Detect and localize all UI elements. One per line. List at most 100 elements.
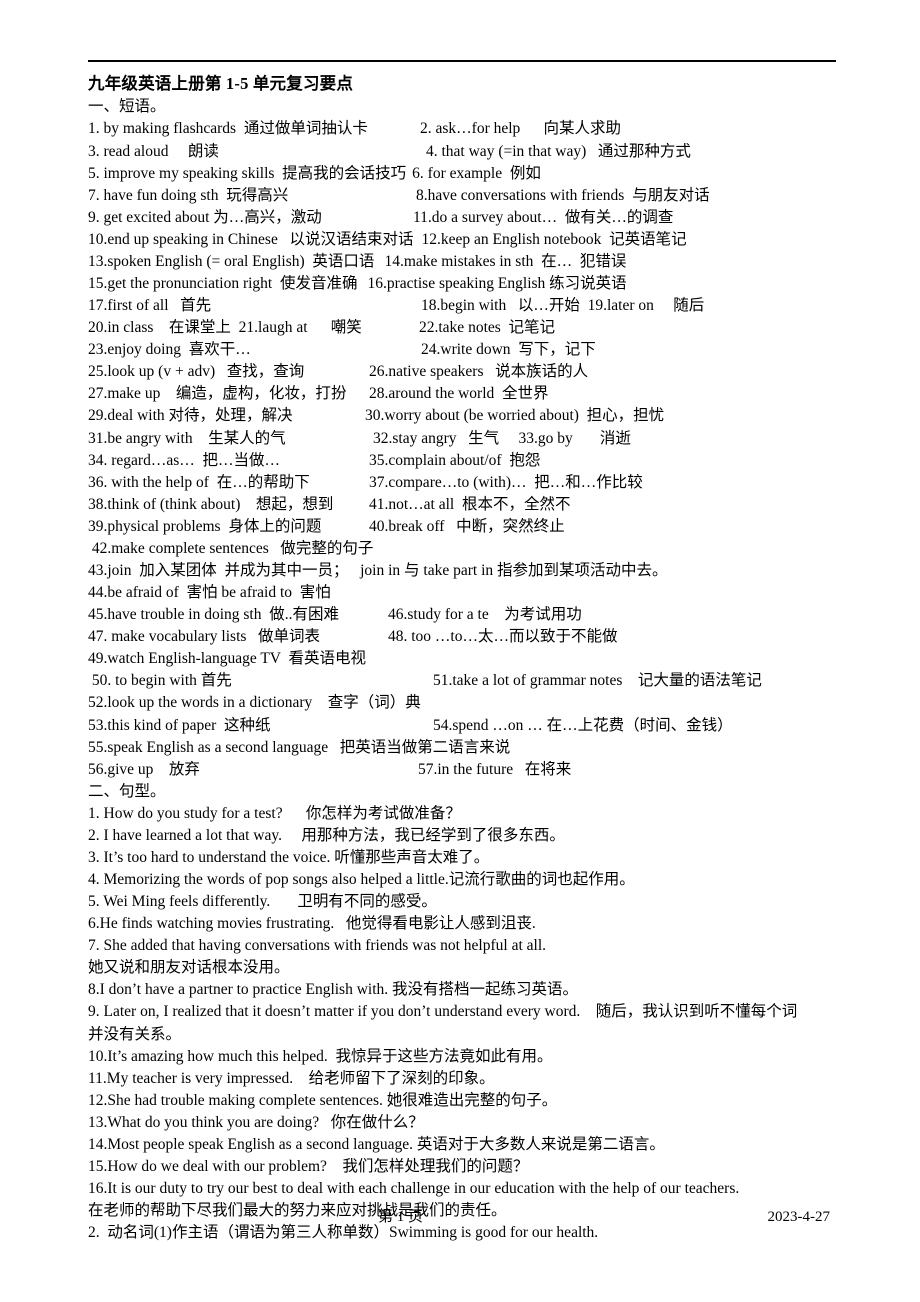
phrase-row: 38.think of (think about) 想起，想到 41.not…a… — [88, 494, 836, 516]
phrase-row: 39.physical problems 身体上的问题 40.break off… — [88, 516, 836, 538]
phrase-row: 50. to begin with 首先 51.take a lot of gr… — [88, 670, 836, 692]
phrase-right: 41.not…at all 根本不，全然不 — [369, 495, 571, 513]
sentence-line: 6.He finds watching movies frustrating. … — [88, 915, 536, 933]
phrase-row: 17.first of all 首先 18.begin with 以…开始 19… — [88, 295, 836, 317]
phrase-row: 53.this kind of paper 这种纸 54.spend …on …… — [88, 715, 836, 737]
phrase-left: 1. by making flashcards 通过做单词抽认卡 — [88, 120, 368, 138]
sentence-line: 1. How do you study for a test? 你怎样为考试做准… — [88, 804, 461, 822]
sentence-line: 7. She added that having conversations w… — [88, 937, 547, 955]
phrase-right: 48. too …to…太…而以致于不能做 — [388, 628, 618, 646]
phrase-right: 8.have conversations with friends 与朋友对话 — [416, 186, 710, 204]
document-body: 九年级英语上册第 1-5 单元复习要点 一、短语。 1. by making f… — [88, 60, 836, 1244]
phrase-right: 14.make mistakes in sth 在… 犯错误 — [384, 252, 627, 270]
phrase-row: 13.spoken English (= oral English) 英语口语 … — [88, 251, 836, 273]
footer-date: 2023-4-27 — [767, 1209, 831, 1225]
sentence-line: 14.Most people speak English as a second… — [88, 1135, 665, 1153]
sentence-line: 4. Memorizing the words of pop songs als… — [88, 871, 635, 888]
phrase-right: 24.write down 写下，记下 — [421, 341, 596, 359]
sentence-line: 10.It’s amazing how much this helped. 我惊… — [88, 1047, 553, 1065]
sentence-line: 她又说和朋友对话根本没用。 — [88, 959, 290, 977]
phrase-left: 31.be angry with 生某人的气 — [88, 429, 286, 447]
phrase-left: 10.end up speaking in Chinese 以说汉语结束对话 — [88, 230, 414, 248]
phrase-left: 25.look up (v + adv) 查找，查询 — [88, 363, 305, 381]
phrase-line: 52.look up the words in a dictionary 查字（… — [88, 694, 421, 712]
phrase-right: 6. for example 例如 — [412, 164, 541, 182]
sentence-line: 13.What do you think you are doing? 你在做什… — [88, 1113, 424, 1131]
phrase-left: 20.in class 在课堂上 21.laugh at 嘲笑 — [88, 319, 362, 337]
phrase-right: 40.break off 中断，突然终止 — [369, 517, 565, 535]
phrase-line: 42.make complete sentences 做完整的句子 — [88, 539, 374, 557]
phrase-right: 35.complain about/of 抱怨 — [369, 451, 541, 469]
phrase-row: 7. have fun doing sth 玩得高兴 8.have conver… — [88, 185, 836, 207]
phrase-line: 55.speak English as a second language 把英… — [88, 738, 511, 756]
phrase-right: 2. ask…for help 向某人求助 — [420, 120, 622, 138]
section-heading-sentences: 二、句型。 — [88, 782, 166, 800]
phrase-right: 4. that way (=in that way) 通过那种方式 — [426, 142, 691, 160]
sentence-line: 2. I have learned a lot that way. 用那种方法，… — [88, 826, 565, 844]
sentence-line: 16.It is our duty to try our best to dea… — [88, 1180, 740, 1198]
phrase-right: 57.in the future 在将来 — [418, 760, 572, 778]
phrase-left: 47. make vocabulary lists 做单词表 — [88, 628, 321, 646]
phrase-right: 32.stay angry 生气 33.go by 消逝 — [373, 429, 631, 447]
phrase-row: 15.get the pronunciation right 使发音准确 16.… — [88, 273, 836, 295]
phrase-left: 34. regard…as… 把…当做… — [88, 451, 280, 469]
phrase-left: 36. with the help of 在…的帮助下 — [88, 473, 310, 491]
sentence-line: 8.I don’t have a partner to practice Eng… — [88, 981, 579, 999]
phrase-right: 11.do a survey about… 做有关…的调查 — [413, 208, 674, 226]
sentence-line: 15.How do we deal with our problem? 我们怎样… — [88, 1158, 529, 1176]
phrase-line: 44.be afraid of 害怕 be afraid to 害怕 — [88, 584, 331, 602]
phrase-row: 31.be angry with 生某人的气 32.stay angry 生气 … — [88, 428, 836, 450]
footer-page-number: 第 1 页 — [378, 1209, 424, 1225]
phrase-row: 27.make up 编造，虚构，化妆，打扮 28.around the wor… — [88, 383, 836, 405]
phrase-right: 54.spend …on … 在…上花费（时间、金钱） — [433, 716, 733, 734]
phrase-row: 5. improve my speaking skills 提高我的会话技巧 6… — [88, 163, 836, 185]
sentence-line: 9. Later on, I realized that it doesn’t … — [88, 1003, 798, 1021]
phrase-left: 38.think of (think about) 想起，想到 — [88, 495, 334, 513]
phrase-left: 29.deal with 对待，处理，解决 — [88, 407, 293, 425]
phrase-row: 1. by making flashcards 通过做单词抽认卡 2. ask…… — [88, 118, 836, 140]
phrase-left: 53.this kind of paper 这种纸 — [88, 716, 271, 734]
phrase-right: 30.worry about (be worried about) 担心，担忧 — [365, 407, 665, 425]
phrase-left: 13.spoken English (= oral English) 英语口语 — [88, 252, 375, 270]
phrase-row: 36. with the help of 在…的帮助下 37.compare…t… — [88, 472, 836, 494]
phrase-left: 3. read aloud 朗读 — [88, 142, 219, 160]
sentence-line: 11.My teacher is very impressed. 给老师留下了深… — [88, 1069, 495, 1087]
phrase-left: 7. have fun doing sth 玩得高兴 — [88, 186, 289, 204]
phrase-right: 46.study for a te 为考试用功 — [388, 606, 582, 624]
section-heading-phrases: 一、短语。 — [88, 98, 166, 116]
phrase-right: 26.native speakers 说本族话的人 — [369, 363, 589, 381]
phrase-line: 43.join 加入某团体 并成为其中一员； join in 与 take pa… — [88, 561, 668, 579]
phrase-right: 12.keep an English notebook 记英语笔记 — [421, 230, 687, 248]
phrase-left: 15.get the pronunciation right 使发音准确 — [88, 274, 358, 292]
phrase-row: 20.in class 在课堂上 21.laugh at 嘲笑 22.take … — [88, 317, 836, 339]
phrase-left: 45.have trouble in doing sth 做..有困难 — [88, 606, 339, 624]
phrase-row: 29.deal with 对待，处理，解决 30.worry about (be… — [88, 405, 836, 427]
phrase-left: 50. to begin with 首先 — [88, 672, 232, 690]
phrase-right: 22.take notes 记笔记 — [419, 319, 556, 337]
phrase-row: 3. read aloud 朗读 4. that way (=in that w… — [88, 141, 836, 163]
phrase-line: 49.watch English-language TV 看英语电视 — [88, 650, 366, 668]
phrase-left: 27.make up 编造，虚构，化妆，打扮 — [88, 385, 347, 403]
phrase-left: 39.physical problems 身体上的问题 — [88, 517, 322, 535]
phrase-row: 47. make vocabulary lists 做单词表 48. too …… — [88, 626, 836, 648]
phrase-row: 56.give up 放弃 57.in the future 在将来 — [88, 759, 836, 781]
sentence-line: 12.She had trouble making complete sente… — [88, 1091, 558, 1109]
phrase-right: 18.begin with 以…开始 19.later on 随后 — [421, 297, 705, 315]
phrase-row: 23.enjoy doing 喜欢干… 24.write down 写下，记下 — [88, 339, 836, 361]
phrase-left: 9. get excited about 为…高兴，激动 — [88, 208, 322, 226]
phrase-left: 23.enjoy doing 喜欢干… — [88, 341, 251, 359]
phrase-right: 28.around the world 全世界 — [369, 385, 549, 403]
phrase-left: 56.give up 放弃 — [88, 760, 200, 778]
header-rule — [88, 60, 836, 62]
phrase-row: 25.look up (v + adv) 查找，查询 26.native spe… — [88, 361, 836, 383]
phrase-row: 9. get excited about 为…高兴，激动 11.do a sur… — [88, 207, 836, 229]
sentence-line: 并没有关系。 — [88, 1025, 182, 1043]
sentence-line: 5. Wei Ming feels differently. 卫明有不同的感受。 — [88, 893, 437, 911]
phrase-right: 16.practise speaking English 练习说英语 — [367, 274, 627, 292]
document-page: 九年级英语上册第 1-5 单元复习要点 一、短语。 1. by making f… — [0, 0, 920, 1302]
phrase-row: 34. regard…as… 把…当做… 35.complain about/o… — [88, 450, 836, 472]
page-title: 九年级英语上册第 1-5 单元复习要点 — [88, 74, 354, 93]
phrase-right: 51.take a lot of grammar notes 记大量的语法笔记 — [433, 672, 762, 690]
phrase-left: 17.first of all 首先 — [88, 297, 212, 315]
phrase-row: 10.end up speaking in Chinese 以说汉语结束对话 1… — [88, 229, 836, 251]
